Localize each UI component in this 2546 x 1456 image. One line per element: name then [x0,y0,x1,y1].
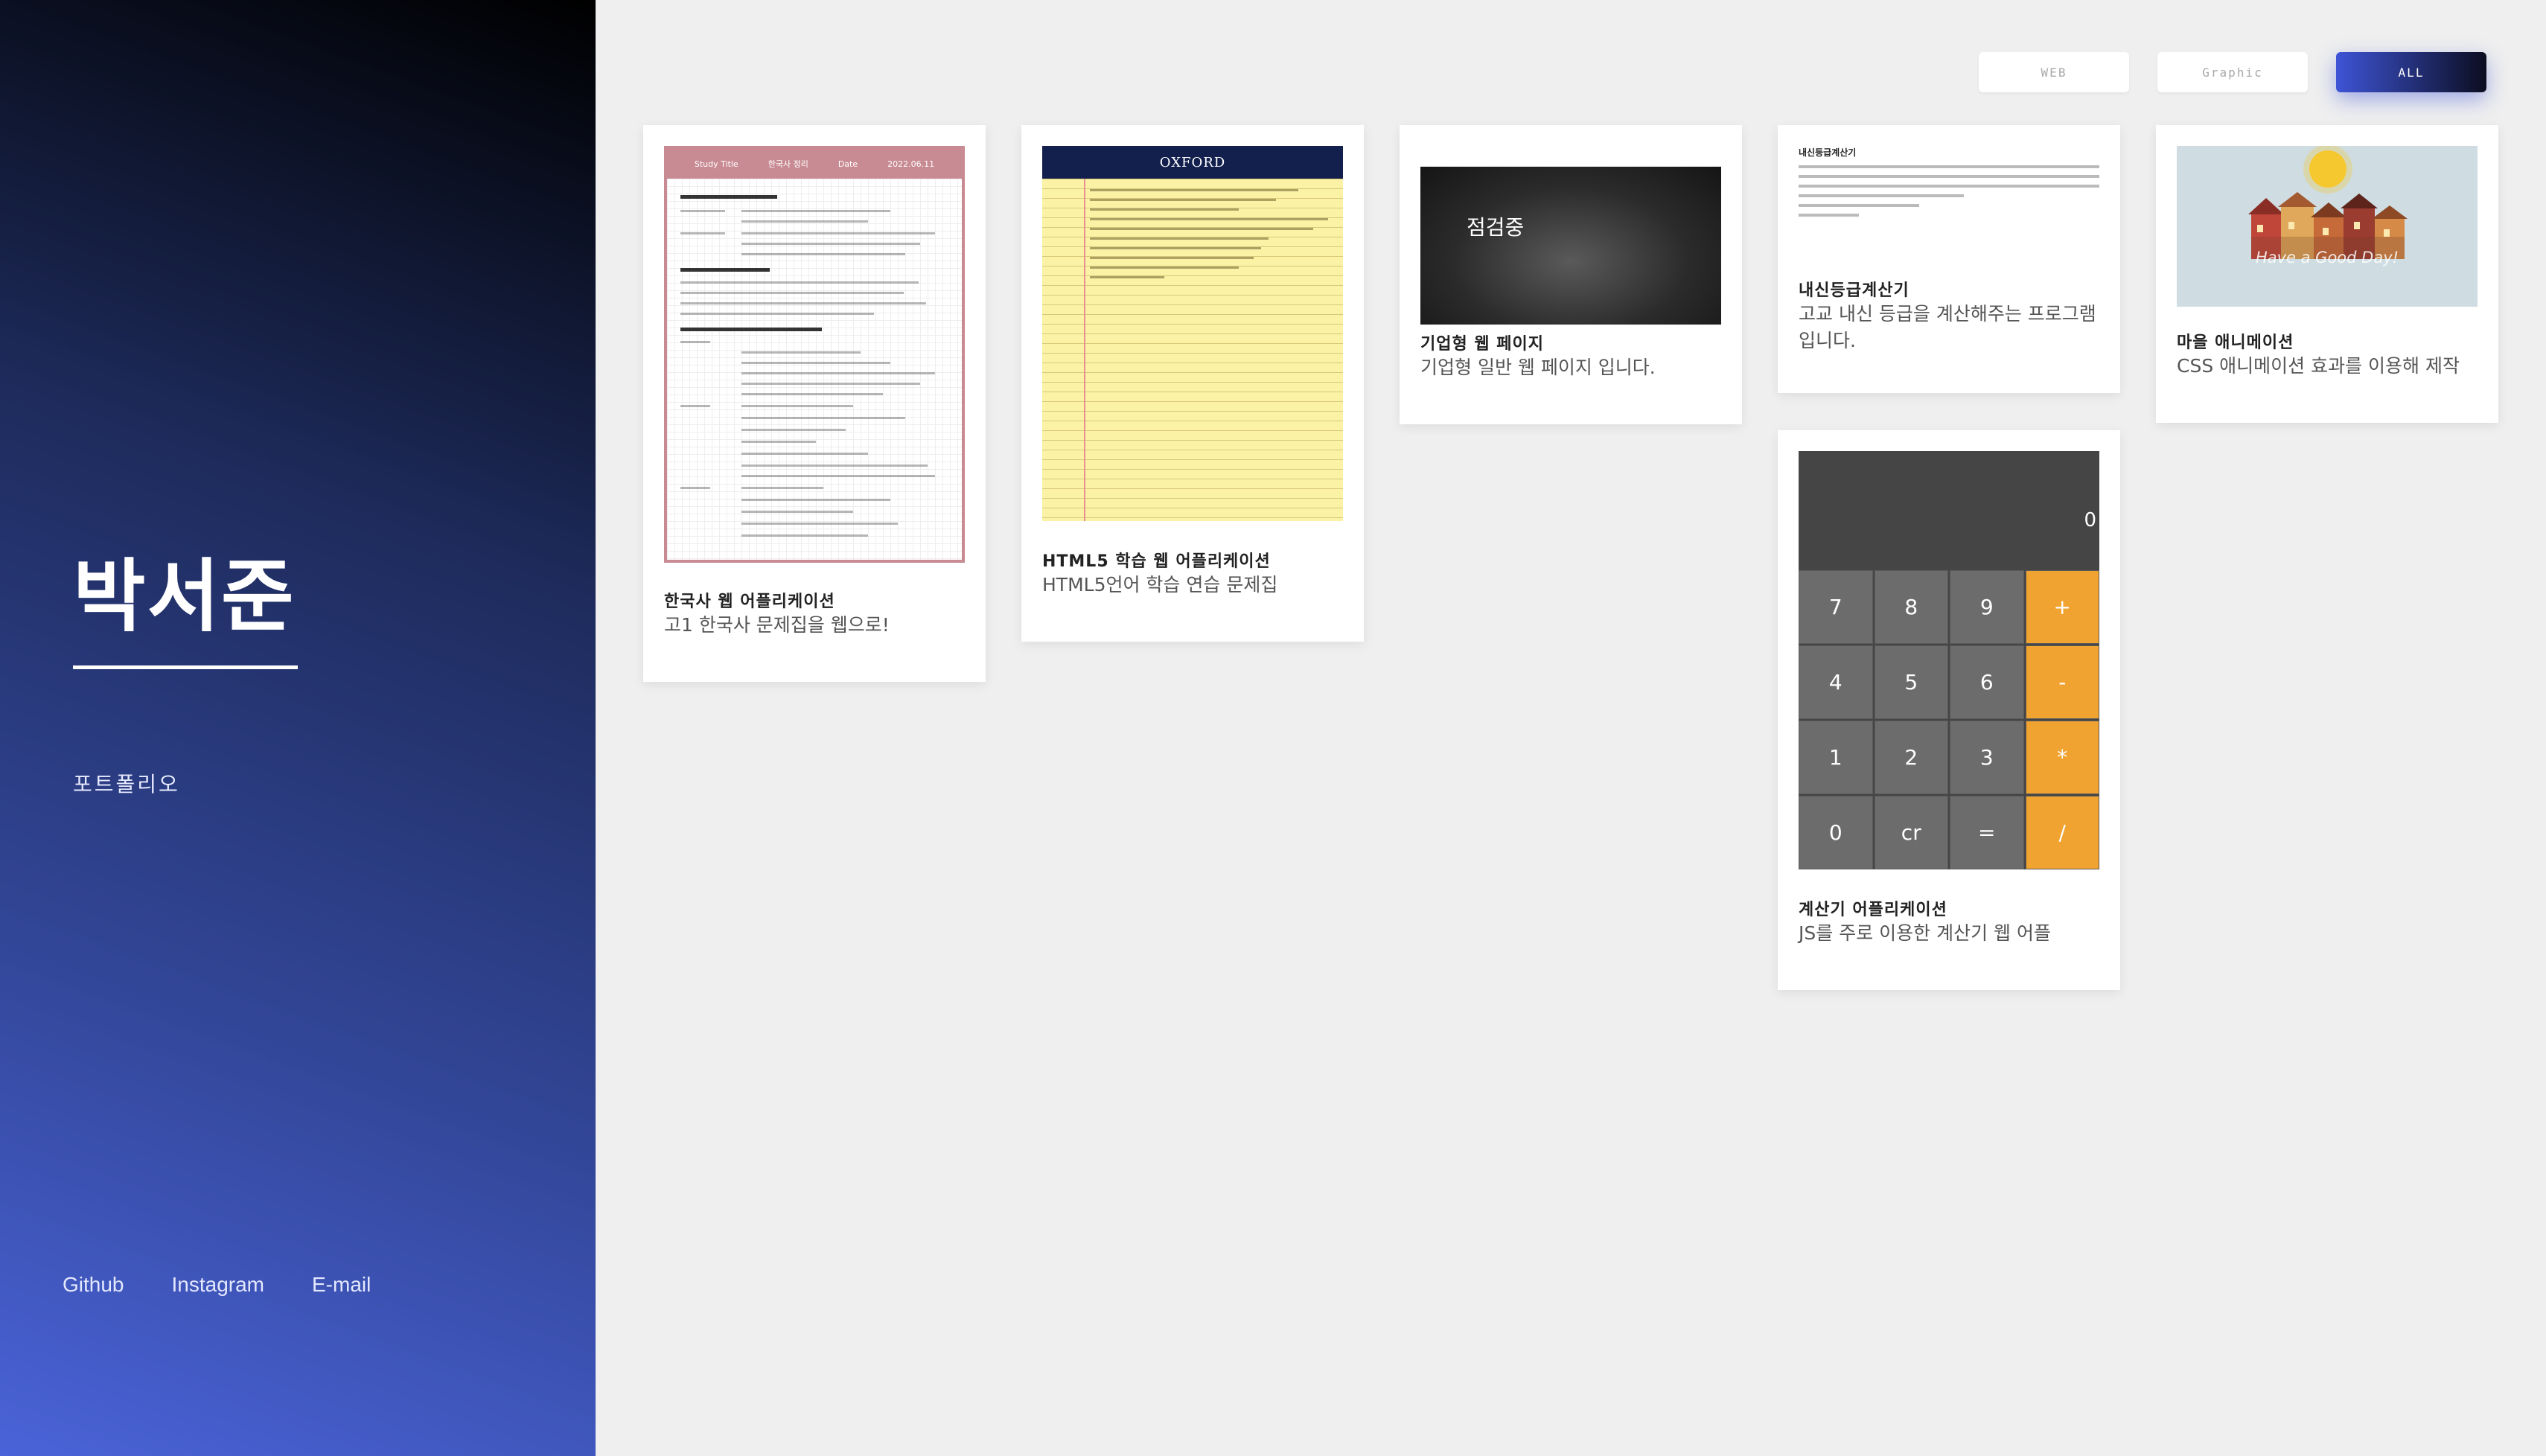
corporate-page-thumbnail: 점검중 [1420,146,1721,325]
category-filters: WEB Graphic ALL [1979,52,2486,92]
calculator-key: 0 [1799,796,1873,869]
village-animation-thumbnail: Have a Good Day! [2177,146,2478,307]
calculator-keypad: 7 8 9 +4 5 6- 1 2 3 * 0 cr = / [1799,570,2099,869]
grade-calculator-thumbnail: 내신등급계산기 [1799,146,2099,258]
calculator-key: 2 [1874,721,1948,794]
email-link[interactable]: E-mail [312,1273,371,1297]
sidebar: 박서준 포트폴리오 Github Instagram E-mail [0,0,596,1456]
github-link[interactable]: Github [63,1273,124,1297]
card-description: CSS 애니메이션 효과를 이용해 제작 [2177,355,2460,377]
filter-web-button[interactable]: WEB [1979,52,2129,92]
hero-banner: 점검중 [1420,167,1721,325]
card-title: HTML5 학습 웹 어플리케이션 [1042,552,1271,571]
project-card-grade-calculator[interactable]: 내신등급계산기 내신등급계산기 고교 내신 등급을 계산해주는 프로그램 입니다… [1778,125,2120,393]
card-title: 내신등급계산기 [1799,281,1910,300]
oxford-brand: OXFORD [1042,146,1343,179]
instagram-link[interactable]: Instagram [172,1273,265,1297]
calculator-key: 3 [1950,721,2024,794]
calculator-key: * [2025,721,2099,794]
project-card-history[interactable]: Study Title 한국사 정리 Date 2022.06.11 한국사 웹… [643,125,986,682]
calculator-key: = [1950,796,2024,869]
html5-notebook-thumbnail: OXFORD [1042,146,1343,521]
card-title: 한국사 웹 어플리케이션 [664,593,835,611]
notes-header: Study Title 한국사 정리 Date 2022.06.11 [667,149,962,179]
card-title: 기업형 웹 페이지 [1420,335,1544,354]
margin-line [1084,179,1085,521]
hero-text: 점검중 [1467,215,1525,240]
project-card-corporate[interactable]: 점검중 기업형 웹 페이지 기업형 일반 웹 페이지 입니다. [1400,125,1742,424]
calculator-key: 5 [1874,645,1948,719]
filter-graphic-button[interactable]: Graphic [2157,52,2308,92]
owner-name: 박서준 [73,551,296,642]
card-description: 고교 내신 등급을 계산해주는 프로그램 입니다. [1799,303,2096,352]
card-description: HTML5언어 학습 연습 문제집 [1042,574,1278,596]
calculator-key: 6 [1950,645,2024,719]
calculator-key: 4 [1799,645,1873,719]
name-underline [73,665,298,669]
calculator-key: - [2025,645,2099,719]
project-card-village[interactable]: Have a Good Day! 마을 애니메이션 CSS 애니메이션 효과를 … [2156,125,2498,423]
history-notes-thumbnail: Study Title 한국사 정리 Date 2022.06.11 [664,146,965,563]
project-card-calculator[interactable]: 0 7 8 9 +4 5 6-1 2 3 * 0 cr = / 계산기 어플리케이션 JS를 주로 이용… [1778,430,2120,990]
card-description: 기업형 일반 웹 페이지 입니다. [1420,357,1656,378]
ruled-paper [1042,179,1343,521]
social-links: Github Instagram E-mail [63,1273,371,1297]
notes-study-label: Study Title [694,159,738,169]
calculator-thumbnail: 0 7 8 9 +4 5 6-1 2 3 * 0 cr = / [1799,451,2099,869]
grade-calculator-heading: 내신등급계산기 [1799,147,1857,158]
calculator-key: 7 [1799,570,1873,644]
calculator-key: cr [1874,796,1948,869]
project-card-html5[interactable]: OXFORD HTML5 학습 웹 어플리케이션 HTML5언어 학습 연습 문… [1021,125,1364,642]
notes-date: 2022.06.11 [887,159,935,169]
greeting-text: Have a Good Day! [2255,249,2399,266]
calculator-key: 9 [1950,570,2024,644]
calculator-key: 8 [1874,570,1948,644]
card-description: 고1 한국사 문제집을 웹으로! [664,614,890,636]
calculator-display: 0 [1799,451,2099,570]
notes-grid [667,179,962,560]
calculator-key: 1 [1799,721,1873,794]
calculator-key: / [2025,796,2099,869]
card-description: JS를 주로 이용한 계산기 웹 어플 [1799,922,2051,944]
notes-study-title: 한국사 정리 [768,159,808,169]
card-title: 마을 애니메이션 [2177,333,2294,352]
mini-nav [1420,146,1721,167]
card-title: 계산기 어플리케이션 [1799,901,1947,919]
calculator-key: + [2025,570,2099,644]
portfolio-subtitle: 포트폴리오 [73,772,180,796]
notes-date-label: Date [838,159,858,169]
sun-icon [2309,150,2346,188]
filter-all-button[interactable]: ALL [2336,52,2486,92]
